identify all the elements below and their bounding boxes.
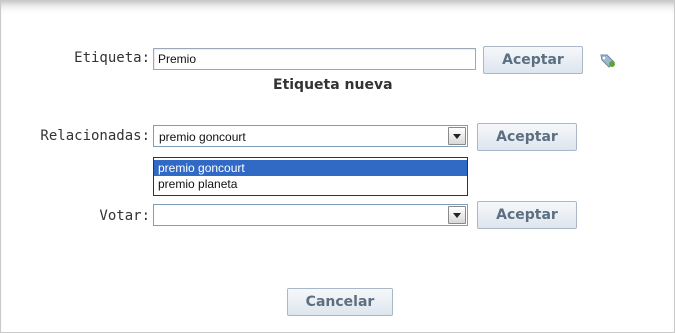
etiqueta-accept-button[interactable]: Aceptar — [483, 46, 583, 74]
relacionadas-dropdown-list: premio goncourt premio planeta — [153, 157, 468, 196]
votar-select[interactable] — [153, 204, 468, 226]
votar-label: Votar: — [99, 208, 150, 224]
relacionadas-select[interactable]: premio goncourt — [153, 125, 468, 147]
relacionadas-label: Relacionadas: — [40, 128, 150, 144]
relacionadas-select-value: premio goncourt — [159, 130, 246, 144]
votar-accept-button[interactable]: Aceptar — [477, 201, 577, 229]
dropdown-option[interactable]: premio goncourt — [154, 160, 467, 176]
etiqueta-input[interactable]: Premio — [153, 48, 476, 70]
chevron-down-icon[interactable] — [448, 127, 466, 145]
tag-dialog: Etiqueta: Premio Aceptar Etiqueta nueva … — [0, 0, 675, 333]
etiqueta-label: Etiqueta: — [74, 50, 150, 66]
tag-icon[interactable] — [599, 52, 617, 68]
cancel-button[interactable]: Cancelar — [287, 288, 393, 316]
relacionadas-accept-button[interactable]: Aceptar — [477, 123, 577, 151]
chevron-down-icon[interactable] — [448, 206, 466, 224]
etiqueta-status-text: Etiqueta nueva — [273, 77, 393, 93]
dropdown-option[interactable]: premio planeta — [154, 176, 467, 192]
